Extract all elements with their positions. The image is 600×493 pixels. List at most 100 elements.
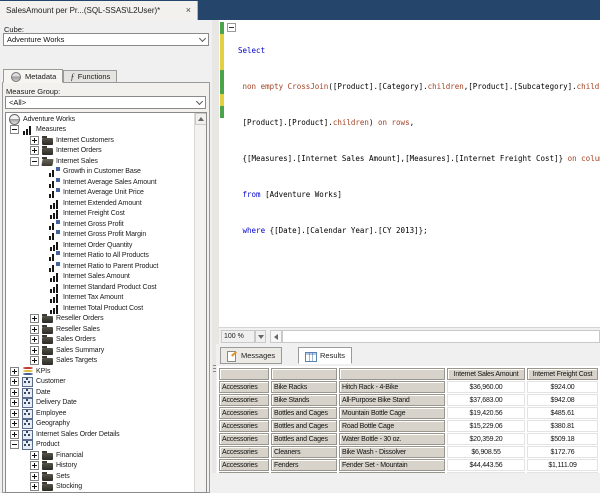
tree-item[interactable]: Geography (6, 419, 194, 430)
expand-icon[interactable] (30, 136, 39, 145)
tree-item[interactable]: Internet Sales (6, 156, 194, 167)
row-header-cell[interactable]: Fenders (271, 459, 337, 471)
row-header-cell[interactable]: Accessories (219, 433, 269, 445)
grid-header-cell[interactable] (271, 368, 337, 380)
tree-item[interactable]: Internet Extended Amount (6, 198, 194, 209)
expand-icon[interactable] (10, 419, 19, 428)
value-cell[interactable]: $44,443.56 (447, 459, 525, 471)
collapse-icon[interactable] (10, 125, 19, 134)
hscroll-left-button[interactable] (270, 330, 282, 343)
tree-item[interactable]: Reseller Sales (6, 324, 194, 335)
expand-icon[interactable] (30, 472, 39, 481)
tree-item[interactable]: Sales Targets (6, 356, 194, 367)
expand-icon[interactable] (30, 335, 39, 344)
row-header-cell[interactable]: Accessories (219, 420, 269, 432)
row-header-cell[interactable]: Bike Wash - Dissolver (339, 446, 445, 458)
tree-item[interactable]: Employee (6, 408, 194, 419)
tree-vertical-scrollbar[interactable] (194, 113, 206, 492)
row-header-cell[interactable]: Bottles and Cages (271, 420, 337, 432)
tree-item[interactable]: Delivery Date (6, 398, 194, 409)
collapse-icon[interactable] (10, 440, 19, 449)
grid-header-cell[interactable]: Internet Freight Cost (527, 368, 598, 380)
value-cell[interactable]: $942.08 (527, 394, 598, 406)
expand-icon[interactable] (10, 398, 19, 407)
value-cell[interactable]: $36,960.00 (447, 381, 525, 393)
row-header-cell[interactable]: Fender Set - Mountain (339, 459, 445, 471)
editor-zoom-dropdown[interactable] (255, 330, 266, 343)
tree-item[interactable]: Internet Average Unit Price (6, 188, 194, 199)
expand-icon[interactable] (10, 377, 19, 386)
tree-item[interactable]: History (6, 461, 194, 472)
expand-icon[interactable] (30, 451, 39, 460)
grid-header-cell[interactable]: Internet Sales Amount (447, 368, 525, 380)
scroll-up-button[interactable] (195, 113, 207, 125)
tree-item[interactable]: Internet Gross Profit (6, 219, 194, 230)
value-cell[interactable]: $19,420.56 (447, 407, 525, 419)
grid-header-cell[interactable] (339, 368, 445, 380)
value-cell[interactable]: $1,111.09 (527, 459, 598, 471)
expand-icon[interactable] (10, 409, 19, 418)
row-header-cell[interactable]: Accessories (219, 381, 269, 393)
expand-icon[interactable] (30, 314, 39, 323)
row-header-cell[interactable]: Accessories (219, 407, 269, 419)
tree-item[interactable]: Internet Ratio to All Products (6, 251, 194, 262)
value-cell[interactable]: $20,359.20 (447, 433, 525, 445)
query-text[interactable]: Select non empty CrossJoin([Product].[Ca… (238, 21, 600, 261)
row-header-cell[interactable]: Road Bottle Cage (339, 420, 445, 432)
value-cell[interactable]: $172.76 (527, 446, 598, 458)
row-header-cell[interactable]: All-Purpose Bike Stand (339, 394, 445, 406)
expand-icon[interactable] (30, 346, 39, 355)
tree-item[interactable]: Internet Orders (6, 146, 194, 157)
tree-item-measures[interactable]: Measures (6, 125, 194, 136)
tree-item[interactable]: Internet Sales Order Details (6, 429, 194, 440)
tab-messages[interactable]: Messages (220, 347, 282, 364)
tree-item[interactable]: Sales Summary (6, 345, 194, 356)
tree-item[interactable]: Reseller Orders (6, 314, 194, 325)
tree-item[interactable]: Internet Order Quantity (6, 240, 194, 251)
expand-icon[interactable] (30, 356, 39, 365)
horizontal-scrollbar[interactable] (282, 330, 600, 343)
value-cell[interactable]: $15,229.06 (447, 420, 525, 432)
code-fold-collapse-icon[interactable] (227, 23, 236, 32)
value-cell[interactable]: $509.18 (527, 433, 598, 445)
row-header-cell[interactable]: Accessories (219, 446, 269, 458)
editor-zoom-select[interactable]: 100 % (221, 330, 255, 343)
value-cell[interactable]: $6,908.55 (447, 446, 525, 458)
value-cell[interactable]: $37,683.00 (447, 394, 525, 406)
row-header-cell[interactable]: Accessories (219, 459, 269, 471)
expand-icon[interactable] (10, 388, 19, 397)
tab-metadata[interactable]: Metadata (3, 69, 63, 83)
mdx-query-editor[interactable]: Select non empty CrossJoin([Product].[Ca… (219, 20, 600, 327)
row-header-cell[interactable]: Mountain Bottle Cage (339, 407, 445, 419)
measure-group-select[interactable]: <All> (5, 96, 206, 109)
tree-item[interactable]: Customer (6, 377, 194, 388)
tree-item[interactable]: Internet Standard Product Cost (6, 282, 194, 293)
row-header-cell[interactable]: Water Bottle - 30 oz. (339, 433, 445, 445)
expand-icon[interactable] (10, 367, 19, 376)
collapse-icon[interactable] (30, 157, 39, 166)
expand-icon[interactable] (30, 325, 39, 334)
row-header-cell[interactable]: Bottles and Cages (271, 407, 337, 419)
row-header-cell[interactable]: Accessories (219, 394, 269, 406)
tree-item[interactable]: Stocking (6, 482, 194, 493)
expand-icon[interactable] (30, 461, 39, 470)
tree-item[interactable]: Internet Sales Amount (6, 272, 194, 283)
row-header-cell[interactable]: Bottles and Cages (271, 433, 337, 445)
tree-item[interactable]: Growth in Customer Base (6, 167, 194, 178)
tree-item-product[interactable]: Product (6, 440, 194, 451)
row-header-cell[interactable]: Bike Racks (271, 381, 337, 393)
tree-item[interactable]: Internet Freight Cost (6, 209, 194, 220)
value-cell[interactable]: $380.81 (527, 420, 598, 432)
tree-item[interactable]: Internet Average Sales Amount (6, 177, 194, 188)
document-tab[interactable]: SalesAmount per Pr...(SQL-SSAS\L2User)* … (0, 1, 198, 20)
expand-icon[interactable] (10, 430, 19, 439)
tree-item[interactable]: Financial (6, 450, 194, 461)
tree-item[interactable]: Internet Ratio to Parent Product (6, 261, 194, 272)
tree-item[interactable]: Internet Tax Amount (6, 293, 194, 304)
value-cell[interactable]: $485.61 (527, 407, 598, 419)
expand-icon[interactable] (30, 146, 39, 155)
row-header-cell[interactable]: Bike Stands (271, 394, 337, 406)
row-header-cell[interactable]: Hitch Rack - 4-Bike (339, 381, 445, 393)
tree-item[interactable]: Internet Gross Profit Margin (6, 230, 194, 241)
tree-item-cube-root[interactable]: Adventure Works (6, 114, 194, 125)
